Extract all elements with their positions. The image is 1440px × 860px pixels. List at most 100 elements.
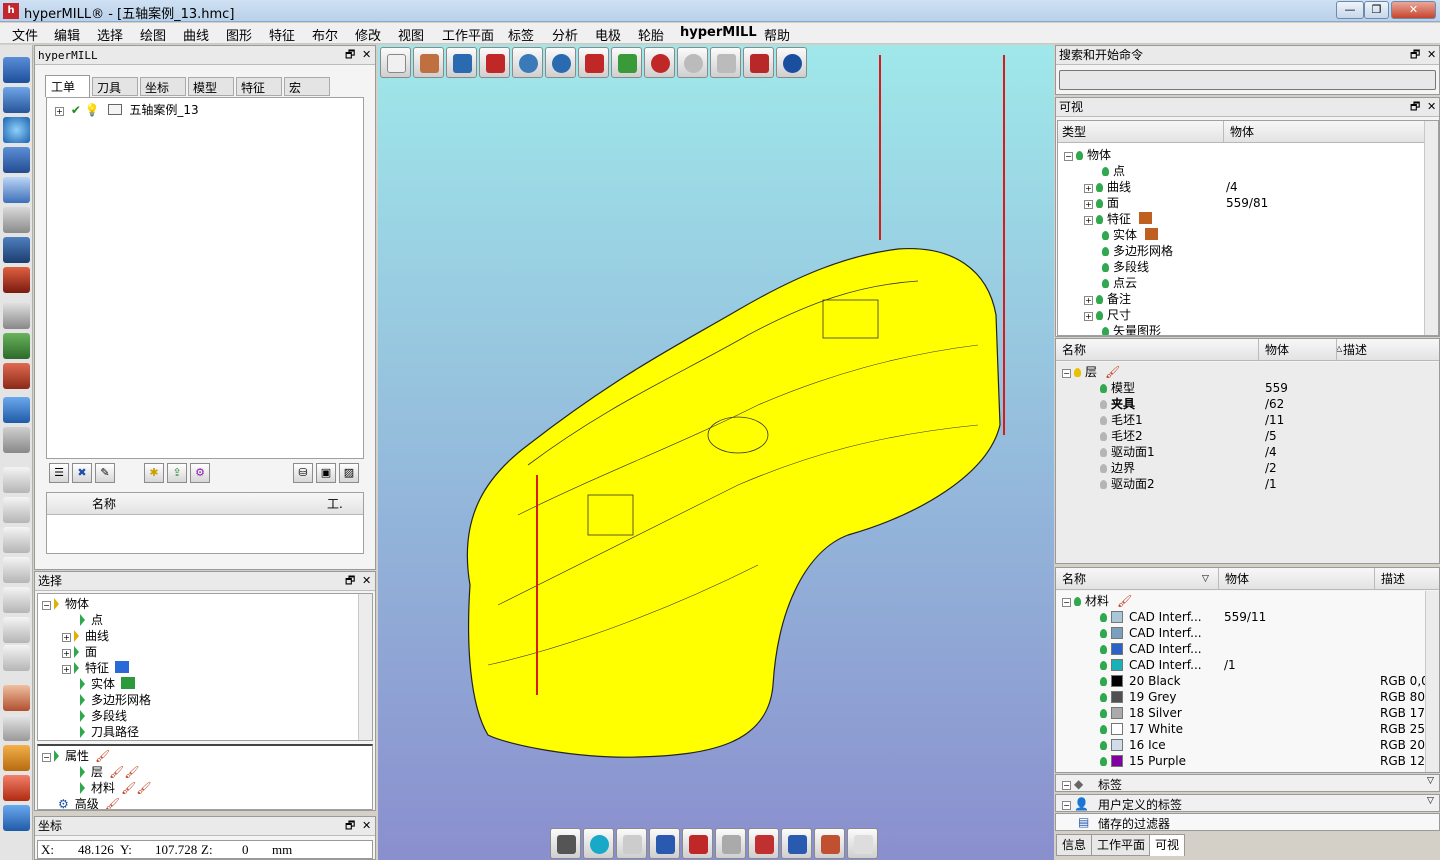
- menu-hypermill[interactable]: hyperMILL: [678, 25, 759, 40]
- menu-edit[interactable]: 编辑: [52, 25, 82, 44]
- stack-icon[interactable]: [3, 147, 30, 173]
- col-job[interactable]: 工.: [327, 493, 343, 515]
- col-type[interactable]: 类型: [1062, 121, 1086, 143]
- menu-shape[interactable]: 图形: [224, 25, 254, 44]
- pin-icon[interactable]: 🗗: [1410, 98, 1420, 116]
- tree-item[interactable]: + 曲线: [1084, 179, 1131, 195]
- scrollbar[interactable]: [1424, 121, 1438, 335]
- tab-macros[interactable]: 宏: [284, 77, 330, 96]
- tree-item[interactable]: 实体: [1102, 227, 1159, 243]
- new-icon[interactable]: ✱: [144, 463, 164, 483]
- tree-item[interactable]: 材料 🖌🖌: [80, 780, 151, 796]
- info-icon[interactable]: [578, 47, 609, 78]
- tree-item[interactable]: + 面: [62, 644, 97, 660]
- shading-icon[interactable]: [550, 828, 581, 859]
- globe-icon[interactable]: [583, 828, 614, 859]
- tool-10-icon[interactable]: [545, 47, 576, 78]
- cross-tool-icon[interactable]: [3, 207, 30, 233]
- paint-icon[interactable]: [3, 775, 30, 801]
- material-row[interactable]: CAD Interf...: [1100, 609, 1202, 625]
- tree-item[interactable]: 矢量图形: [1102, 323, 1161, 335]
- tab-info[interactable]: 信息: [1056, 834, 1093, 856]
- regenerate-icon[interactable]: [710, 47, 741, 78]
- layer-row[interactable]: 模型: [1100, 380, 1135, 396]
- tree-item[interactable]: 多边形网格: [1102, 243, 1173, 259]
- menu-view[interactable]: 视图: [396, 25, 426, 44]
- col-description[interactable]: 描述: [1374, 568, 1405, 590]
- col-object[interactable]: 物体: [1218, 568, 1249, 590]
- pin-icon[interactable]: 🗗: [1410, 46, 1420, 64]
- tree-item[interactable]: − 属性 🖌: [42, 748, 110, 764]
- material-row[interactable]: 15 Purple: [1100, 753, 1186, 769]
- undo-icon[interactable]: [3, 177, 30, 203]
- tab-tools[interactable]: 刀具: [92, 77, 138, 96]
- col-object[interactable]: 物体: [1258, 339, 1338, 361]
- minimize-button[interactable]: —: [1336, 1, 1364, 19]
- frame-definition-icon[interactable]: [446, 47, 477, 78]
- tree-item[interactable]: 多边形网格: [80, 692, 151, 708]
- chevron-down-icon[interactable]: ▽: [1427, 776, 1434, 786]
- model-icon[interactable]: [479, 47, 510, 78]
- help-icon[interactable]: [3, 397, 30, 423]
- expand-icon[interactable]: +: [55, 107, 64, 116]
- dimension-icon[interactable]: [715, 828, 746, 859]
- tool-icon[interactable]: [3, 87, 30, 113]
- frame-icon[interactable]: [3, 117, 30, 143]
- tree-item[interactable]: 点: [1102, 163, 1125, 179]
- tree-item[interactable]: 刀具路径: [80, 724, 139, 740]
- job-list-icon[interactable]: [3, 57, 30, 83]
- material-row[interactable]: CAD Interf...: [1100, 657, 1202, 673]
- tree-item[interactable]: 多段线: [80, 708, 127, 724]
- menu-draw[interactable]: 绘图: [138, 25, 168, 44]
- tree-item[interactable]: ⚙ 高级 🖌: [58, 796, 120, 809]
- gear-icon[interactable]: ⚙: [190, 463, 210, 483]
- point-icon[interactable]: [682, 828, 713, 859]
- pin-icon[interactable]: 🗗: [345, 572, 355, 590]
- tree-item[interactable]: 实体: [80, 676, 136, 692]
- material-row[interactable]: 16 Ice: [1100, 737, 1166, 753]
- menu-workplane[interactable]: 工作平面: [440, 25, 496, 44]
- export-icon[interactable]: ⇪: [167, 463, 187, 483]
- sort-down-icon[interactable]: ▽: [1202, 568, 1209, 590]
- material-row[interactable]: 20 Black: [1100, 673, 1181, 689]
- tab-models[interactable]: 模型: [188, 77, 234, 96]
- pin-icon[interactable]: 🗗: [345, 46, 355, 64]
- cursor-icon[interactable]: [3, 685, 30, 711]
- report-icon[interactable]: [3, 427, 30, 453]
- close-icon[interactable]: ✕: [1427, 46, 1436, 64]
- probe-icon[interactable]: [748, 828, 779, 859]
- tree-item[interactable]: − 物体: [42, 596, 89, 612]
- chevron-down-icon[interactable]: ▽: [1427, 796, 1434, 806]
- close-icon[interactable]: ✕: [1427, 98, 1436, 116]
- hypermill-logo-icon[interactable]: [776, 47, 807, 78]
- solid-box-icon[interactable]: [743, 47, 774, 78]
- menu-analysis[interactable]: 分析: [550, 25, 580, 44]
- tree-item[interactable]: − 层 🖌: [1062, 364, 1120, 380]
- job-tree-item[interactable]: + ✔ 💡 五轴案例_13: [55, 102, 199, 118]
- material-row[interactable]: CAD Interf...: [1100, 641, 1202, 657]
- menu-tire[interactable]: 轮胎: [636, 25, 666, 44]
- boot-icon[interactable]: [3, 237, 30, 263]
- tab-jobs[interactable]: 工单: [45, 75, 90, 97]
- view-back-icon[interactable]: [3, 617, 30, 643]
- col-object[interactable]: 物体: [1223, 121, 1254, 143]
- info-2-icon[interactable]: [611, 47, 642, 78]
- view-iso-icon[interactable]: [3, 467, 30, 493]
- pen-icon[interactable]: [3, 303, 30, 329]
- search-input[interactable]: [1059, 70, 1436, 90]
- tool-holder-icon[interactable]: [781, 828, 812, 859]
- undo-arrow-icon[interactable]: [644, 47, 675, 78]
- maximize-button[interactable]: ❐: [1364, 1, 1389, 19]
- pencil-icon[interactable]: [814, 828, 845, 859]
- tree-item[interactable]: + 面: [1084, 195, 1119, 211]
- menu-help[interactable]: 帮助: [762, 25, 792, 44]
- sketch-icon[interactable]: [649, 828, 680, 859]
- tree-item[interactable]: + 特征: [62, 660, 130, 676]
- col-name[interactable]: 名称: [1062, 568, 1086, 590]
- pin-icon[interactable]: 🗗: [345, 817, 355, 835]
- machine-icon[interactable]: [3, 363, 30, 389]
- material-row[interactable]: 19 Grey: [1100, 689, 1177, 705]
- menu-boolean[interactable]: 布尔: [310, 25, 340, 44]
- tree-item[interactable]: + 尺寸: [1084, 307, 1131, 323]
- view-front-icon[interactable]: [3, 497, 30, 523]
